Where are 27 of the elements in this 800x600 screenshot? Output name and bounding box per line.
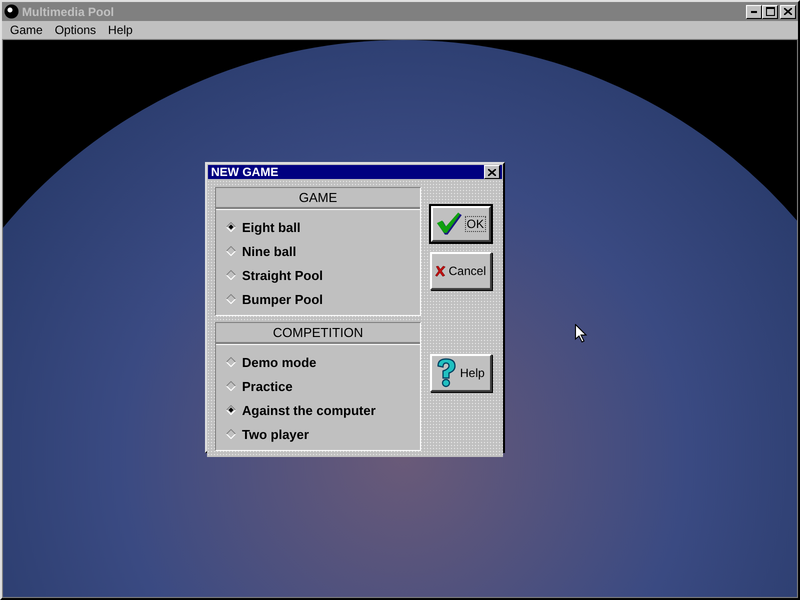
menu-item[interactable]: Game (4, 23, 49, 37)
maximize-icon (766, 7, 774, 16)
ok-button[interactable]: OK (431, 206, 491, 242)
close-button[interactable] (484, 165, 500, 179)
radio-option[interactable]: Nine ball (226, 239, 420, 263)
pool-ball-icon (4, 4, 19, 19)
help-button[interactable]: Help (430, 354, 492, 392)
radio-option[interactable]: Two player (226, 422, 420, 446)
minimize-button[interactable] (746, 4, 762, 18)
radio-option[interactable]: Against the computer (226, 398, 420, 422)
menu-item[interactable]: Options (48, 23, 102, 37)
radio-option[interactable]: Practice (226, 374, 420, 398)
close-icon (488, 168, 496, 176)
close-icon (784, 8, 792, 15)
radio-option[interactable]: Eight ball (226, 215, 420, 239)
mouse-pointer-icon (575, 324, 587, 343)
menu-item[interactable]: Help (102, 23, 139, 37)
maximize-button[interactable] (762, 4, 778, 18)
radio-option[interactable]: Bumper Pool (226, 287, 420, 311)
radio-option[interactable]: Straight Pool (226, 263, 420, 287)
window-title: Multimedia Pool (22, 4, 116, 18)
minimize-icon (751, 10, 757, 12)
question-mark-icon (435, 358, 457, 388)
radio-option[interactable]: Demo mode (226, 350, 420, 374)
dialog-title: NEW GAME (211, 165, 278, 179)
close-button[interactable] (780, 4, 796, 18)
cancel-button[interactable]: Cancel (430, 252, 492, 290)
